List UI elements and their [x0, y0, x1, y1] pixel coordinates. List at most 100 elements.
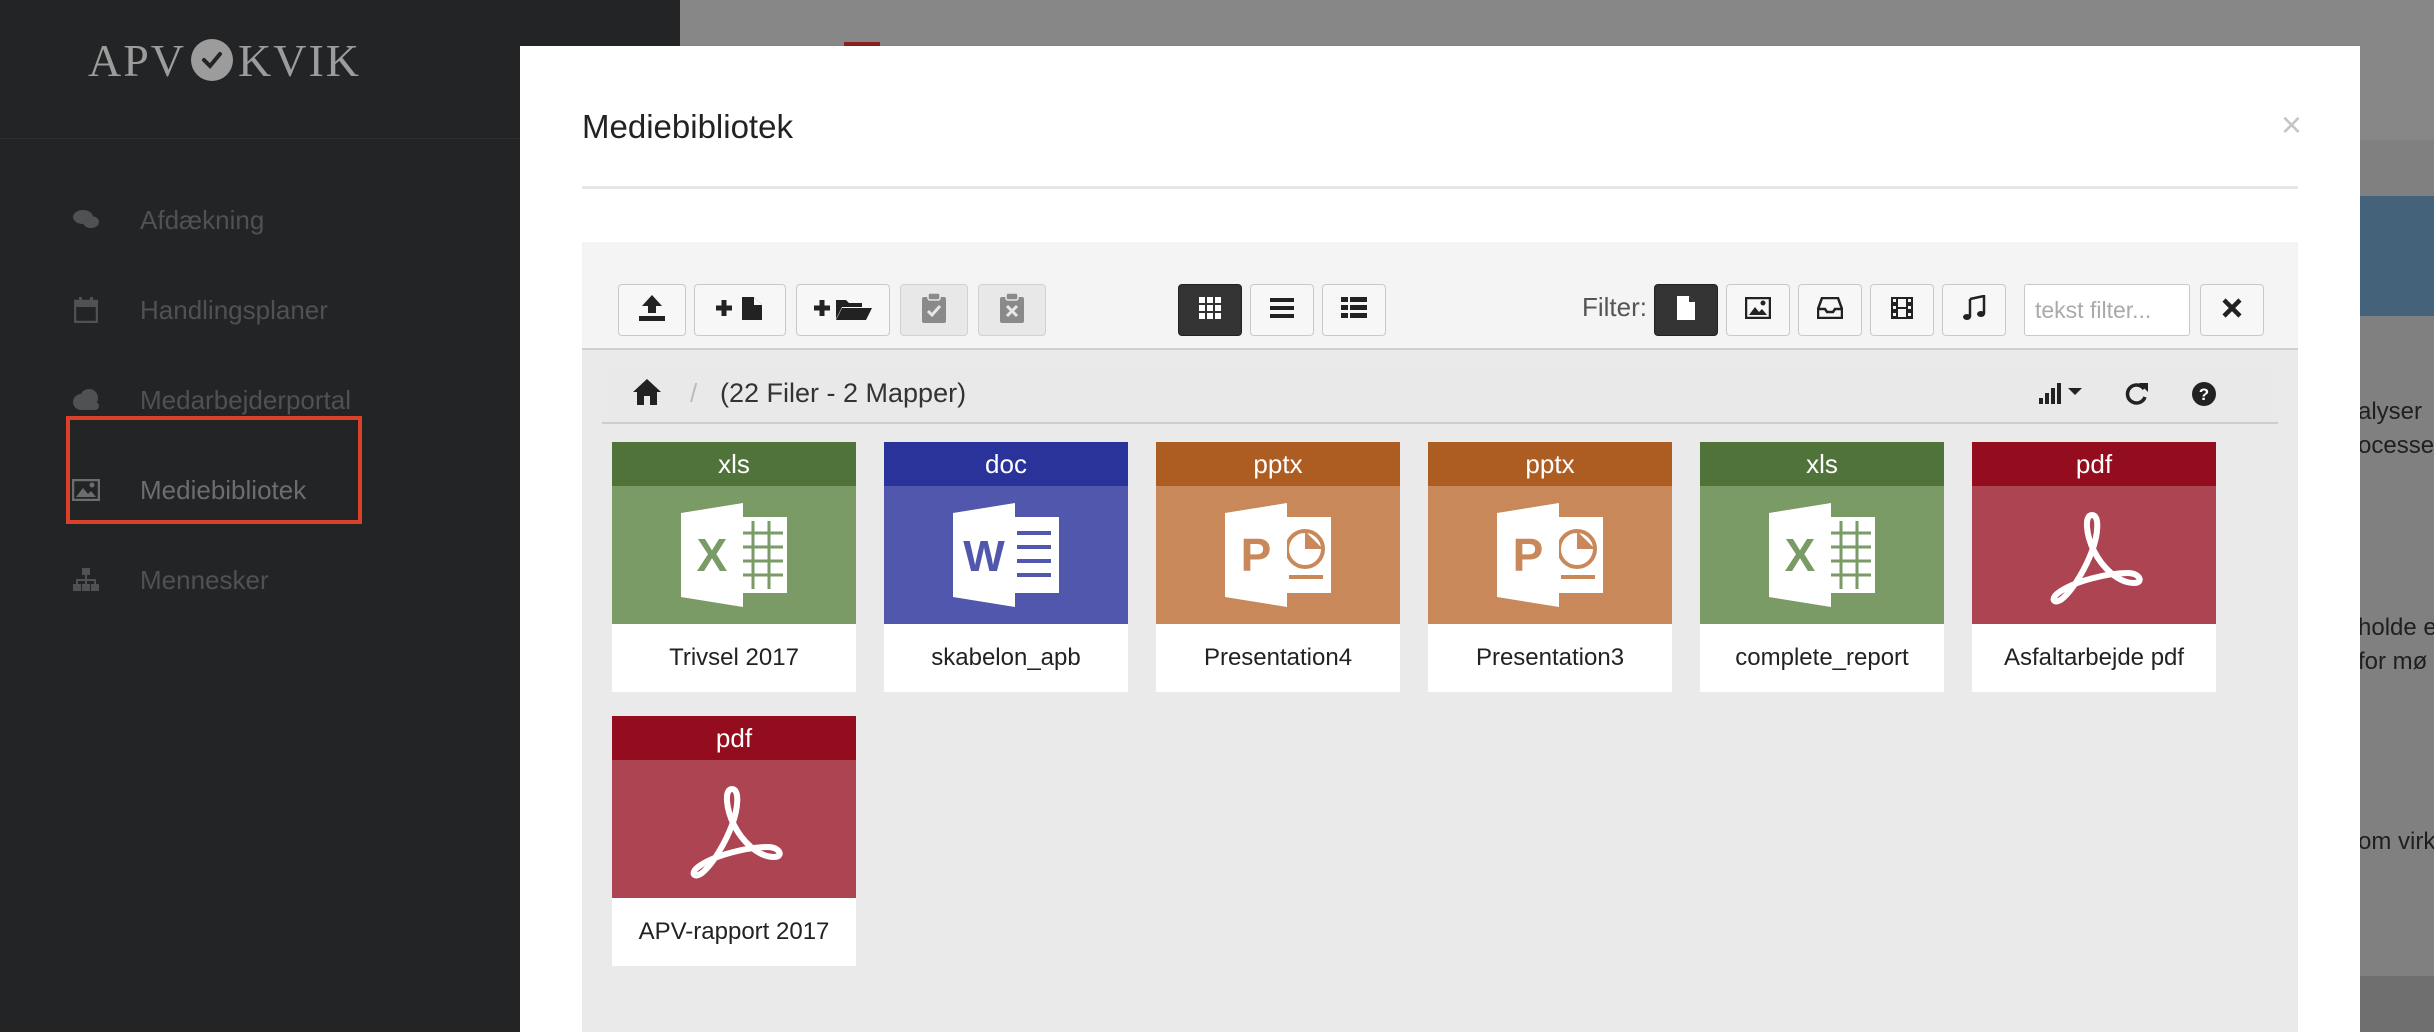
file-name: skabelon_apb — [931, 644, 1081, 671]
file-count: (22 Filer - 2 Mapper) — [720, 378, 967, 408]
file-tile[interactable]: pptx P Presentation4 — [1156, 442, 1400, 692]
pdf-icon — [612, 760, 856, 898]
calendar-icon — [68, 297, 104, 323]
new-folder-icon — [812, 294, 874, 327]
music-icon — [1962, 293, 1986, 326]
sidebar-item-mennesker[interactable]: Mennesker — [68, 550, 269, 610]
cloud-icon — [68, 389, 104, 411]
sidebar-item-label: Handlingsplaner — [140, 294, 328, 325]
paste-icon — [920, 291, 948, 329]
list-view-button[interactable] — [1250, 284, 1314, 336]
file-type-label: xls — [612, 442, 856, 486]
document-filter-icon — [1676, 295, 1696, 326]
clear-filter-button[interactable] — [2200, 284, 2264, 336]
grid-view-icon — [1199, 296, 1221, 324]
text-filter-input[interactable] — [2024, 284, 2190, 336]
video-filter-button[interactable] — [1870, 284, 1934, 336]
breadcrumb-separator: / — [690, 378, 698, 408]
powerpoint-icon: P — [1428, 486, 1672, 624]
file-browser: / (22 Filer - 2 Mapper) ? xls X Trivsel … — [582, 350, 2298, 1032]
excel-icon: X — [612, 486, 856, 624]
excel-icon: X — [1700, 486, 1944, 624]
file-tile[interactable]: pdf Asfaltarbejde pdf — [1972, 442, 2216, 692]
file-name: APV-rapport 2017 — [638, 918, 830, 945]
breadcrumb: / (22 Filer - 2 Mapper) ? — [602, 362, 2278, 424]
list-view-icon — [1270, 297, 1294, 324]
new-file-button[interactable] — [694, 284, 786, 336]
logo-text-right: KVIK — [238, 34, 362, 86]
pdf-icon — [1972, 486, 2216, 624]
svg-text:P: P — [1513, 529, 1544, 581]
sitemap-icon — [68, 568, 104, 592]
file-name: Trivsel 2017 — [669, 644, 799, 671]
audio-filter-button[interactable] — [1942, 284, 2006, 336]
svg-text:X: X — [697, 529, 728, 581]
document-filter-button[interactable] — [1654, 284, 1718, 336]
sidebar-item-label: Mennesker — [140, 564, 269, 595]
sidebar-item-afdaekning[interactable]: Afdækning — [68, 190, 264, 250]
file-tile[interactable]: pdf APV-rapport 2017 — [612, 716, 856, 966]
file-type-label: pdf — [612, 716, 856, 760]
details-view-button[interactable] — [1322, 284, 1386, 336]
file-name: Asfaltarbejde pdf — [2003, 644, 2185, 671]
logo-text-left: APV — [88, 34, 187, 86]
background-panel — [2360, 196, 2434, 316]
background-text: alyser — [2358, 398, 2423, 425]
video-filter-icon — [1890, 296, 1914, 325]
logo[interactable]: APV KVIK — [88, 34, 361, 86]
file-type-label: pdf — [1972, 442, 2216, 486]
media-library-modal: Mediebibliotek × Filter: tekst filter...… — [520, 46, 2360, 1032]
file-name: complete_report — [1735, 644, 1909, 671]
file-tile[interactable]: pptx P Presentation3 — [1428, 442, 1672, 692]
file-type-label: pptx — [1156, 442, 1400, 486]
paste-button[interactable] — [900, 284, 968, 336]
toolbar: Filter: — [582, 242, 2298, 350]
archive-filter-icon — [1816, 296, 1844, 324]
background-text: for mø — [2358, 648, 2428, 675]
file-type-label: doc — [884, 442, 1128, 486]
svg-text:X: X — [1785, 529, 1816, 581]
powerpoint-icon: P — [1156, 486, 1400, 624]
upload-button[interactable] — [618, 284, 686, 336]
help-icon[interactable]: ? — [2190, 380, 2218, 413]
file-tile[interactable]: xls X complete_report — [1700, 442, 1944, 692]
file-name: Presentation3 — [1475, 644, 1625, 671]
sidebar-item-label: Afdækning — [140, 204, 265, 235]
image-filter-icon — [1744, 296, 1772, 324]
background-footer — [2360, 976, 2434, 1032]
file-name: Presentation4 — [1203, 644, 1353, 671]
upload-icon — [637, 293, 667, 328]
refresh-icon[interactable] — [2122, 380, 2150, 413]
active-highlight — [66, 416, 362, 524]
comments-icon — [68, 208, 104, 232]
svg-text:?: ? — [2199, 385, 2209, 404]
file-tile[interactable]: xls X Trivsel 2017 — [612, 442, 856, 692]
sidebar-item-handlingsplaner[interactable]: Handlingsplaner — [68, 280, 328, 340]
divider — [582, 186, 2298, 189]
grid-view-button[interactable] — [1178, 284, 1242, 336]
close-icon — [2221, 297, 2243, 324]
archive-filter-button[interactable] — [1798, 284, 1862, 336]
background-text: om virk — [2358, 828, 2434, 855]
new-folder-button[interactable] — [796, 284, 890, 336]
close-button[interactable]: × — [2281, 104, 2302, 146]
clear-clipboard-button[interactable] — [978, 284, 1046, 336]
svg-text:P: P — [1241, 529, 1272, 581]
word-icon: W — [884, 486, 1128, 624]
sort-dropdown-button[interactable] — [2038, 380, 2088, 411]
file-type-label: pptx — [1428, 442, 1672, 486]
details-view-icon — [1341, 296, 1367, 324]
file-type-label: xls — [1700, 442, 1944, 486]
svg-text:W: W — [963, 532, 1005, 581]
background-text: ocesse — [2358, 432, 2434, 459]
image-filter-button[interactable] — [1726, 284, 1790, 336]
home-icon[interactable] — [632, 378, 662, 411]
modal-title: Mediebibliotek — [582, 108, 793, 145]
new-file-icon — [714, 294, 766, 327]
filter-label: Filter: — [1582, 292, 1647, 322]
check-icon — [191, 39, 234, 81]
file-tile[interactable]: doc W skabelon_apb — [884, 442, 1128, 692]
background-text: holde e — [2358, 614, 2434, 641]
clear-clipboard-icon — [998, 291, 1026, 329]
sidebar-item-label: Medarbejderportal — [140, 384, 352, 415]
